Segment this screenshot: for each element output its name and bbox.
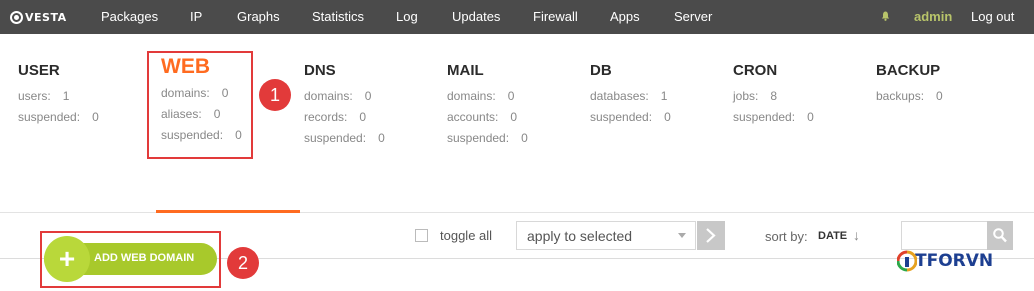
user-menu-admin[interactable]: admin	[914, 9, 952, 24]
stat-title: BACKUP	[876, 62, 941, 79]
stat-label: databases:	[590, 89, 649, 103]
highlight-box-add	[40, 231, 221, 288]
stat-row: suspended: 0	[733, 110, 814, 131]
nav-packages[interactable]: Packages	[101, 9, 158, 24]
stat-label: suspended:	[18, 110, 81, 124]
itforvn-logo-icon	[897, 250, 917, 272]
active-tab-indicator	[156, 210, 300, 213]
nav-apps[interactable]: Apps	[610, 9, 640, 24]
stat-row: records: 0	[304, 110, 385, 131]
stat-row: users: 1	[18, 89, 99, 110]
apply-button[interactable]	[697, 221, 725, 250]
watermark-text: TFORVN	[915, 251, 994, 271]
stat-row: suspended: 0	[590, 110, 671, 131]
nav-statistics[interactable]: Statistics	[312, 9, 364, 24]
stat-value: 0	[510, 110, 518, 124]
bell-icon[interactable]	[881, 11, 890, 21]
stat-value: 0	[92, 110, 99, 124]
itforvn-watermark: TFORVN	[897, 250, 993, 272]
stat-cron[interactable]: CRON jobs: 8 suspended: 0	[733, 62, 814, 131]
stat-value: 0	[807, 110, 814, 124]
stat-db[interactable]: DB databases: 1 suspended: 0	[590, 62, 671, 131]
stat-label: suspended:	[590, 110, 653, 124]
stat-label: accounts:	[447, 110, 499, 124]
nav-log[interactable]: Log	[396, 9, 418, 24]
stat-label: backups:	[876, 89, 925, 103]
stat-row: domains: 0	[304, 89, 385, 110]
sort-direction-icon[interactable]: ↓	[853, 227, 860, 243]
stat-label: suspended:	[447, 131, 510, 145]
stat-title: DB	[590, 62, 612, 79]
stat-value: 0	[378, 131, 385, 145]
stat-row: databases: 1	[590, 89, 671, 110]
stat-value: 0	[359, 110, 367, 124]
annotation-badge-1: 1	[259, 79, 291, 111]
stat-row: accounts: 0	[447, 110, 528, 131]
stat-row: backups: 0	[876, 89, 943, 110]
vesta-logo[interactable]: VESTA	[10, 9, 67, 25]
stat-label: records:	[304, 110, 348, 124]
stat-row: suspended: 0	[304, 131, 385, 152]
sort-by-value[interactable]: DATE	[818, 230, 847, 242]
nav-updates[interactable]: Updates	[452, 9, 500, 24]
nav-server[interactable]: Server	[674, 9, 712, 24]
highlight-box-web	[147, 51, 253, 159]
stat-mail[interactable]: MAIL domains: 0 accounts: 0 suspended: 0	[447, 62, 528, 152]
stat-title: MAIL	[447, 62, 484, 79]
logout-link[interactable]: Log out	[971, 9, 1014, 24]
nav-graphs[interactable]: Graphs	[237, 9, 280, 24]
stat-value: 8	[770, 89, 778, 103]
stat-label: domains:	[447, 89, 496, 103]
stat-label: jobs:	[733, 89, 759, 103]
sort-by-label: sort by:	[765, 229, 808, 244]
stat-row: domains: 0	[447, 89, 528, 110]
stat-row: jobs: 8	[733, 89, 814, 110]
stat-title: DNS	[304, 62, 336, 79]
stat-label: users:	[18, 89, 51, 103]
search-button[interactable]	[987, 221, 1013, 250]
stat-title: CRON	[733, 62, 778, 79]
toggle-all-label[interactable]: toggle all	[440, 228, 492, 243]
stat-value: 0	[521, 131, 528, 145]
stat-label: domains:	[304, 89, 353, 103]
stat-label: suspended:	[733, 110, 796, 124]
search-icon	[993, 228, 1007, 243]
nav-ip[interactable]: IP	[190, 9, 202, 24]
chevron-right-icon	[706, 228, 716, 243]
stat-user[interactable]: USER users: 1 suspended: 0	[18, 62, 99, 131]
vesta-logo-icon	[10, 10, 23, 24]
stat-row: suspended: 0	[18, 110, 99, 131]
search-input[interactable]	[901, 221, 988, 250]
toggle-all-checkbox[interactable]	[415, 229, 428, 242]
top-navigation-bar: VESTA Packages IP Graphs Statistics Log …	[0, 0, 1034, 34]
stat-label: suspended:	[304, 131, 367, 145]
stat-value: 1	[660, 89, 668, 103]
stat-value: 0	[936, 89, 943, 103]
stat-value: 0	[664, 110, 671, 124]
stat-value: 0	[364, 89, 372, 103]
stat-backup[interactable]: BACKUP backups: 0	[876, 62, 943, 110]
chevron-down-icon[interactable]	[678, 233, 686, 238]
stat-value: 0	[507, 89, 515, 103]
stat-row: suspended: 0	[447, 131, 528, 152]
stat-title: USER	[18, 62, 60, 79]
logo-text: VESTA	[25, 10, 67, 24]
stat-value: 1	[62, 89, 70, 103]
nav-firewall[interactable]: Firewall	[533, 9, 578, 24]
bulk-action-value[interactable]: apply to selected	[527, 228, 632, 244]
annotation-badge-2: 2	[227, 247, 259, 279]
stat-dns[interactable]: DNS domains: 0 records: 0 suspended: 0	[304, 62, 385, 152]
